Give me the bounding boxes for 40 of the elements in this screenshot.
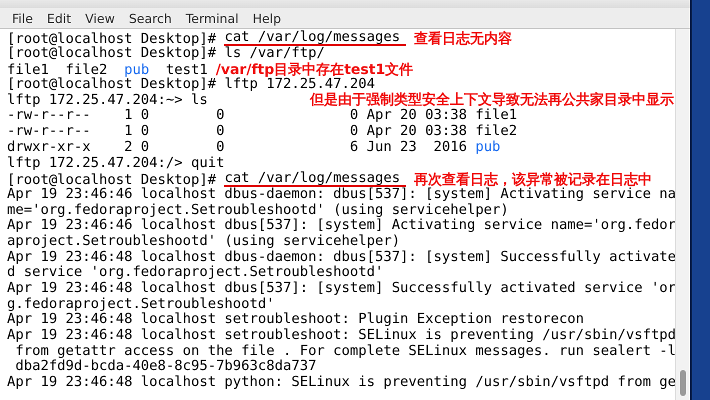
menu-item[interactable]: File <box>6 10 39 26</box>
shell-prompt: [root@localhost Desktop]# <box>7 76 216 92</box>
terminal-text: d service 'org.fedoraproject.Setroubleshootd' <box>7 264 384 280</box>
annotation-text: 再次查看日志，该异常被记录在日志中 <box>414 172 652 188</box>
menu-item[interactable]: Edit <box>40 10 78 26</box>
annotation-text: 但是由于强制类型安全上下文导致无法再公共家目录中显示 <box>310 92 674 108</box>
terminal-text: Apr 19 23:46:48 localhost setroubleshoot: Plugin Exception restorecon <box>7 311 584 328</box>
command-text: cat /var/log/messages <box>224 30 406 46</box>
menu-item[interactable]: Terminal <box>180 10 245 26</box>
terminal-text: file1 file2 <box>7 62 108 78</box>
terminal-text: aproject.Setroubleshootd' (using servicehelper) <box>7 232 400 249</box>
terminal-text: Apr 19 23:46:48 localhost python: SELinux is preventing /usr/sbin/vsftpd from ge <box>7 374 675 390</box>
command-text: ls /var/ftp/ <box>224 46 325 62</box>
directory-name: pub <box>475 138 500 155</box>
menu-item[interactable]: View <box>79 10 121 26</box>
terminal-text: Apr 19 23:46:46 localhost dbus-daemon: dbus[537]: [system] Activating service na <box>7 186 675 202</box>
terminal-text: g.fedoraproject.Setroubleshootd' <box>7 296 275 312</box>
terminal-text: me='org.fedoraproject.Setroubleshootd' (using servicehelper) <box>7 202 509 218</box>
directory-name: pub <box>124 62 150 78</box>
terminal-text: lftp 172.25.47.204:/> quit <box>7 154 224 170</box>
terminal-text: test1 <box>166 62 208 78</box>
command-text: lftp 172.25.47.204 <box>224 77 375 92</box>
terminal-text: -rw-r--r-- 1 0 0 0 Apr 20 03:38 file1 <box>7 107 518 124</box>
annotation-text: /var/ftp目录中存在test1文件 <box>216 62 414 78</box>
menu-item[interactable]: Search <box>122 10 178 26</box>
command-text: cat /var/log/messages <box>224 171 406 187</box>
scrollbar[interactable] <box>675 29 690 400</box>
terminal-text: drwxr-xr-x 2 0 0 6 Jun 23 2016 <box>7 138 468 155</box>
shell-prompt: [root@localhost Desktop]# <box>7 172 216 188</box>
terminal-text: dba2fd9d-bcda-40e8-8c95-7b963c8da737 <box>14 358 316 374</box>
terminal-text: Apr 19 23:46:48 localhost setroubleshoot: SELinux is preventing /usr/sbin/vsftpd <box>7 327 675 344</box>
terminal-text: from getattr access on the file . For complete SELinux messages. run sealert -l <box>14 342 675 359</box>
shell-prompt: [root@localhost Desktop]# <box>7 31 216 47</box>
terminal-text: lftp 172.25.47.204:~> ls <box>7 92 208 108</box>
terminal-text: Apr 19 23:46:48 localhost dbus-daemon: dbus[537]: [system] Successfully activate <box>7 248 675 265</box>
menu-item[interactable]: Help <box>246 10 288 26</box>
annotation-text: 查看日志无内容 <box>414 31 512 47</box>
shell-prompt: [root@localhost Desktop]# <box>7 44 216 61</box>
terminal-text: -rw-r--r-- 1 0 0 0 Apr 20 03:38 file2 <box>7 123 518 140</box>
scrollbar-thumb[interactable] <box>680 370 686 396</box>
